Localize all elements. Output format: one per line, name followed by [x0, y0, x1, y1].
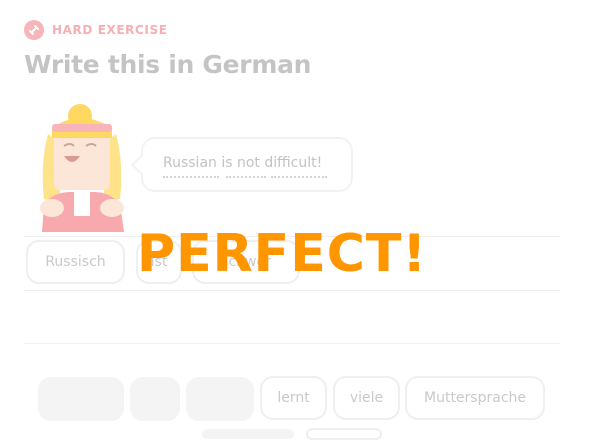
answer-chip[interactable]: Russisch	[26, 240, 125, 284]
character-illustration	[30, 104, 134, 232]
feedback-perfect: PERFECT!	[137, 224, 428, 284]
page-title: Write this in German	[24, 50, 312, 79]
exercise-tag: HARD EXERCISE	[24, 20, 311, 40]
answer-line	[24, 290, 560, 291]
word-bank-chip[interactable]: lernt	[260, 376, 327, 420]
word-bank-empty-slot	[130, 377, 180, 421]
prompt-text: Russian is not difficult!	[163, 155, 323, 171]
exercise-tag-label: HARD EXERCISE	[52, 23, 168, 37]
word-hint-underline[interactable]	[226, 176, 266, 178]
word-bank-empty-slot	[38, 377, 124, 421]
word-hint-underline[interactable]	[163, 176, 219, 178]
word-hint-underline[interactable]	[271, 176, 327, 178]
word-bank-chip[interactable]: Muttersprache	[405, 376, 545, 420]
word-bank-chip[interactable]: viele	[333, 376, 400, 420]
exercise-header: HARD EXERCISE Write this in German	[24, 20, 311, 79]
answer-line	[24, 343, 560, 344]
word-bank-empty-slot	[186, 377, 254, 421]
word-bank-chip[interactable]	[306, 428, 382, 440]
word-bank-empty-slot	[202, 429, 294, 439]
dumbbell-icon	[24, 20, 44, 40]
